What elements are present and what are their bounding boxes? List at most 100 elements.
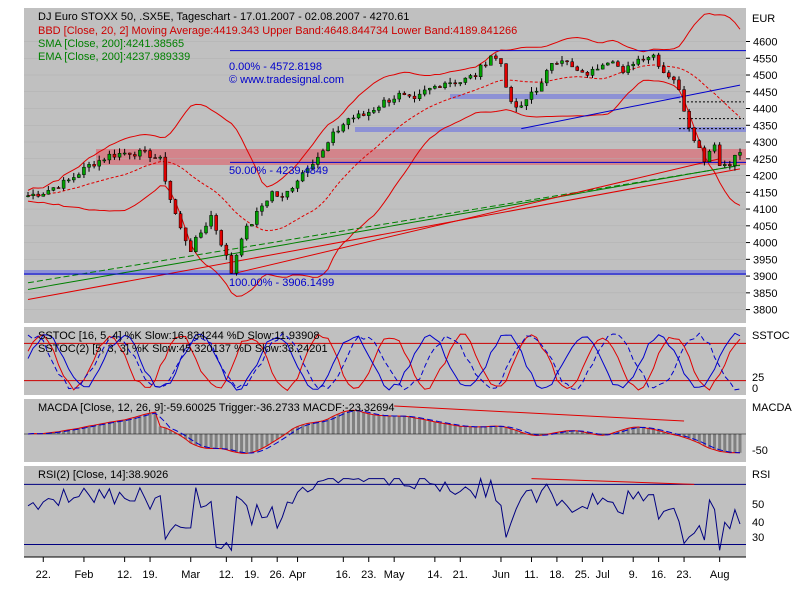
- price-tick-label: 3850: [753, 288, 777, 300]
- candle-body: [97, 160, 101, 167]
- candle-body: [483, 64, 488, 67]
- candle-body: [590, 68, 595, 76]
- candle-body: [529, 91, 534, 100]
- macd-bar: [97, 424, 101, 434]
- macd-bar: [474, 426, 478, 434]
- candle-body: [102, 159, 107, 162]
- candle-body: [560, 60, 564, 64]
- macd-bar: [458, 426, 462, 434]
- candle-body: [478, 64, 483, 77]
- candle-body: [158, 156, 162, 159]
- candle-body: [570, 61, 574, 68]
- candle-body: [534, 90, 539, 93]
- candle-body: [448, 82, 452, 85]
- candle-body: [382, 99, 386, 108]
- fib-50-label: 50.00% - 4239.4849: [229, 165, 328, 177]
- candle-body: [585, 72, 590, 76]
- candle-body: [26, 195, 30, 197]
- macd-bar: [346, 410, 350, 434]
- macd-bar: [697, 434, 701, 444]
- candle-body: [555, 63, 559, 65]
- x-tick-label: Jun: [492, 569, 510, 581]
- rsi-tick-50: 50: [752, 499, 764, 511]
- candle-body: [82, 166, 86, 175]
- candle-body: [127, 152, 132, 155]
- macd-bar: [453, 425, 457, 434]
- candle-body: [209, 215, 213, 227]
- macd-bar: [250, 434, 254, 453]
- candle-body: [636, 58, 641, 65]
- candle-body: [489, 55, 493, 66]
- candle-body: [372, 110, 376, 113]
- x-tick-label: Mar: [181, 569, 200, 581]
- candle-body: [163, 156, 168, 182]
- price-tick-label: 4550: [753, 53, 777, 65]
- candle-body: [387, 99, 391, 103]
- macd-bar: [229, 434, 233, 452]
- fib-100-label: 100.00% - 3906.1499: [229, 277, 334, 289]
- macd-bar: [443, 423, 447, 434]
- candle-body: [244, 225, 249, 240]
- x-tick-label: 18.: [549, 569, 564, 581]
- candle-body: [473, 75, 478, 77]
- candle-body: [677, 79, 681, 90]
- macd-bar: [402, 416, 406, 434]
- candle-body: [295, 180, 300, 189]
- candle-body: [458, 82, 463, 85]
- candle-body: [412, 95, 417, 99]
- macd-bar: [377, 415, 381, 434]
- x-tick-label: 9.: [629, 569, 638, 581]
- candle-body: [428, 87, 432, 91]
- sma-label: SMA [Close, 200]:4241.38565: [38, 38, 184, 50]
- macd-bar: [428, 420, 432, 434]
- macd-bar: [357, 410, 361, 434]
- macd-bar: [265, 434, 269, 446]
- macd-bar: [148, 413, 152, 434]
- candle-body: [697, 140, 702, 149]
- macd-bar: [118, 420, 122, 434]
- macd-bar: [504, 427, 508, 434]
- macd-bar: [128, 418, 132, 434]
- candle-body: [61, 179, 66, 189]
- macd-bar: [138, 415, 142, 434]
- candle-body: [336, 130, 340, 133]
- price-tick-label: 4400: [753, 104, 777, 116]
- x-tick-label: 11.: [524, 569, 538, 581]
- macd-bar: [418, 418, 422, 434]
- candle-body: [153, 157, 157, 159]
- candle-body: [143, 149, 147, 152]
- candle-body: [661, 66, 666, 73]
- x-tick-label: 19.: [142, 569, 157, 581]
- macd-bar: [321, 420, 325, 434]
- macd-bar: [143, 414, 147, 434]
- macd-axis-title: MACDA: [752, 402, 792, 414]
- macd-bar: [362, 412, 366, 434]
- x-tick-label: Jul: [596, 569, 610, 581]
- macd-bar: [372, 414, 376, 434]
- candle-body: [188, 240, 193, 252]
- macd-bar: [367, 413, 371, 434]
- candle-body: [550, 63, 554, 71]
- macd-bar: [636, 427, 640, 434]
- chart-title: DJ Euro STOXX 50, .SX5E, Tageschart - 17…: [38, 11, 409, 23]
- candle-body: [112, 153, 117, 158]
- stoch-label-2: SSTOC(2) [5, 3, 3] %K Slow:45.320137 %D …: [38, 343, 328, 355]
- candle-body: [351, 117, 356, 120]
- macd-bar: [387, 416, 391, 434]
- macd-bar: [494, 426, 498, 434]
- price-tick-label: 4350: [753, 120, 777, 132]
- macd-bar: [235, 434, 239, 453]
- candle-body: [341, 124, 346, 132]
- stoch-panel: SSTOC [16, 5, 4] %K Slow:16.834244 %D Sl…: [24, 327, 790, 395]
- macd-bar: [255, 434, 259, 451]
- macd-bar: [240, 434, 244, 454]
- macd-bar: [87, 426, 91, 434]
- macd-bar: [336, 413, 340, 434]
- candle-body: [417, 93, 422, 99]
- macd-bar: [723, 434, 727, 453]
- macd-bar: [438, 422, 442, 434]
- candle-body: [275, 191, 279, 197]
- candle-body: [468, 75, 473, 79]
- macd-bar: [733, 434, 737, 453]
- candle-body: [621, 66, 625, 73]
